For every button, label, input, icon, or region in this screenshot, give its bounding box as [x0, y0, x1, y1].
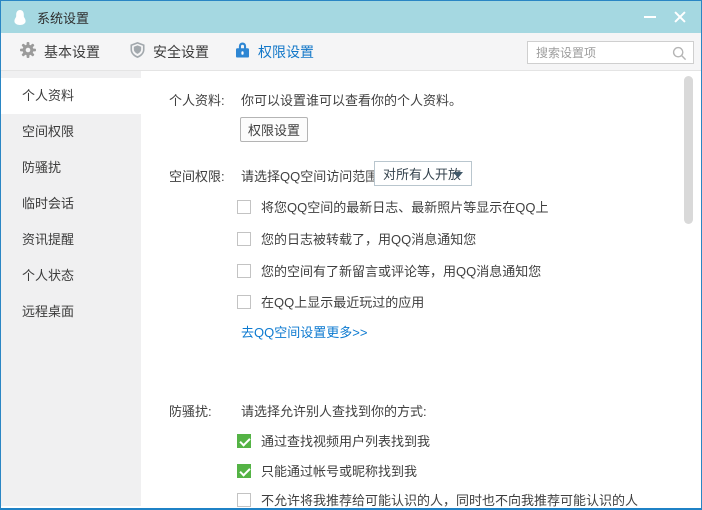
window-controls [635, 1, 695, 33]
minimize-button[interactable] [635, 1, 665, 33]
tabbar: 基本设置 安全设置 权限设置 [1, 33, 701, 71]
sidebar-item-personal-status[interactable]: 个人状态 [1, 258, 141, 294]
checkbox[interactable] [237, 492, 251, 507]
sidebar-item-news-alert[interactable]: 资讯提醒 [1, 222, 141, 258]
sidebar-item-qzone-permission[interactable]: 空间权限 [1, 114, 141, 150]
close-button[interactable] [665, 1, 695, 33]
sidebar: 个人资料 空间权限 防骚扰 临时会话 资讯提醒 个人状态 远程桌面 [1, 71, 141, 506]
checkbox-label: 不允许将我推荐给可能认识的人，同时也不向我推荐可能认识的人 [261, 493, 639, 508]
chevron-down-icon [453, 172, 463, 178]
checkbox-label: 您的空间有了新留言或评论等，用QQ消息通知您 [261, 264, 542, 279]
lock-icon [235, 42, 250, 61]
search-box [527, 41, 694, 64]
checkbox-row: 在QQ上显示最近玩过的应用 [237, 292, 424, 311]
antiharass-prompt: 请选择允许别人查找到你的方式: [241, 404, 427, 419]
search-input[interactable] [528, 42, 693, 63]
scrollbar-thumb[interactable] [684, 76, 693, 224]
dropdown-value: 对所有人开放 [383, 167, 462, 182]
checkbox[interactable] [237, 199, 251, 214]
qzone-more-settings-link[interactable]: 去QQ空间设置更多>> [241, 322, 367, 341]
qzone-prompt: 请选择QQ空间访问范围： [241, 169, 392, 184]
tab-label: 安全设置 [153, 43, 209, 60]
checkbox-label: 您的日志被转载了，用QQ消息通知您 [261, 232, 477, 247]
magnifier-icon [672, 46, 687, 66]
gear-icon [20, 42, 36, 61]
checkbox[interactable] [237, 263, 251, 278]
sidebar-item-anti-harassment[interactable]: 防骚扰 [1, 150, 141, 186]
checkbox-label: 将您QQ空间的最新日志、最新照片等显示在QQ上 [261, 200, 549, 215]
checkbox-row: 将您QQ空间的最新日志、最新照片等显示在QQ上 [237, 197, 548, 216]
checkbox-row: 您的日志被转载了，用QQ消息通知您 [237, 229, 476, 248]
sidebar-item-remote-desktop[interactable]: 远程桌面 [1, 294, 141, 330]
sidebar-item-temp-session[interactable]: 临时会话 [1, 186, 141, 222]
sidebar-item-profile[interactable]: 个人资料 [1, 78, 141, 114]
checkbox[interactable] [237, 463, 251, 478]
checkbox[interactable] [237, 294, 251, 309]
tab-basic-settings[interactable]: 基本设置 [20, 33, 100, 70]
window-title: 系统设置 [37, 10, 90, 26]
minimize-icon [644, 16, 656, 18]
checkbox[interactable] [237, 433, 251, 448]
qzone-access-dropdown[interactable]: 对所有人开放 [374, 161, 472, 186]
tab-permission-settings[interactable]: 权限设置 [235, 33, 314, 70]
tab-security-settings[interactable]: 安全设置 [130, 33, 209, 70]
content-panel: 个人资料: 你可以设置谁可以查看你的个人资料。 权限设置 空间权限: 请选择QQ… [141, 71, 701, 508]
settings-window: 系统设置 基本设置 安全设置 权限设置 搜索设置项 个人资料 空间权限 防骚扰 … [0, 0, 702, 510]
checkbox-row: 不允许将我推荐给可能认识的人，同时也不向我推荐可能认识的人 [237, 490, 639, 508]
checkbox-label: 在QQ上显示最近玩过的应用 [261, 295, 425, 310]
profile-section-label: 个人资料: [169, 93, 225, 108]
checkbox-label: 只能通过帐号或昵称找到我 [261, 464, 418, 479]
tab-label: 基本设置 [44, 43, 100, 60]
permission-settings-button[interactable]: 权限设置 [240, 117, 308, 142]
profile-description: 你可以设置谁可以查看你的个人资料。 [241, 93, 463, 108]
close-icon [674, 11, 686, 23]
titlebar: 系统设置 [1, 1, 701, 33]
checkbox-row: 只能通过帐号或昵称找到我 [237, 461, 417, 480]
checkbox-row: 通过查找视频用户列表找到我 [237, 431, 430, 450]
qq-penguin-icon [10, 7, 30, 27]
checkbox-label: 通过查找视频用户列表找到我 [261, 434, 431, 449]
checkbox-row: 您的空间有了新留言或评论等，用QQ消息通知您 [237, 261, 541, 280]
antiharass-section-label: 防骚扰: [169, 404, 212, 419]
qzone-section-label: 空间权限: [169, 169, 225, 184]
shield-icon [130, 42, 145, 61]
checkbox[interactable] [237, 231, 251, 246]
tab-label: 权限设置 [258, 43, 314, 60]
